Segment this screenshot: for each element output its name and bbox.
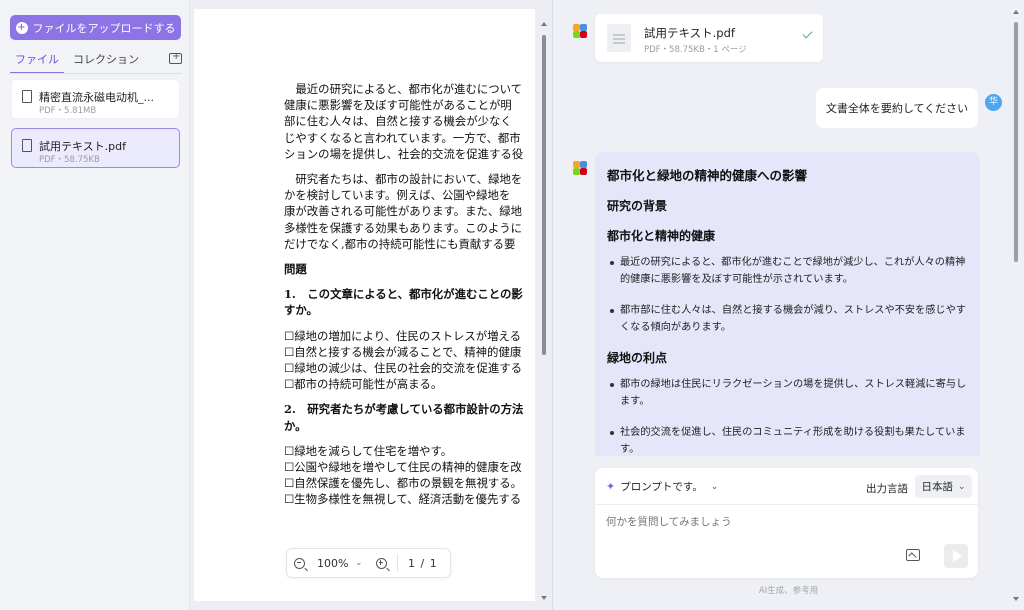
zoom-out-icon — [293, 557, 305, 569]
document-line: か。 — [284, 418, 307, 433]
document-line: ☐公園や緑地を増やして住民の精神的健康を改 — [284, 460, 522, 475]
sparkle-icon: ✦ — [606, 480, 616, 493]
scroll-down-arrow-icon[interactable] — [541, 596, 547, 600]
document-line: 1. この文章によると、都市化が進むことの影 — [284, 287, 523, 302]
new-folder-icon[interactable] — [169, 51, 182, 64]
user-avatar[interactable]: 华 — [985, 94, 1002, 111]
document-line: 多様性を保護する効果もあります。このように — [284, 220, 523, 235]
zoom-out-button[interactable] — [287, 551, 311, 575]
chat-scrollbar[interactable] — [1014, 22, 1018, 262]
toolbar-divider — [397, 554, 398, 572]
answer-section-heading: 都市化と精神的健康 — [607, 229, 716, 243]
attached-file-name: 試用テキスト.pdf — [644, 26, 735, 40]
document-line: ☐緑地を減らして住宅を増やす。 — [284, 443, 453, 458]
file-item[interactable]: 精密直流永磁电动机_... PDF・5.81MB — [11, 79, 180, 119]
answer-section-heading: 緑地の利点 — [607, 351, 668, 365]
chevron-down-icon: ⌄ — [710, 481, 719, 492]
document-paragraph: 問題 — [284, 261, 535, 277]
file-sidebar: + ファイルをアップロードする ファイル コレクション 精密直流永磁电动机_..… — [0, 0, 190, 610]
document-paragraph: ☐緑地を減らして住宅を増やす。 ☐公園や緑地を増やして住民の精神的健康を改 ☐自然保… — [284, 443, 535, 508]
document-line: 最近の研究によると、都市化が進むについて — [284, 82, 523, 96]
document-line: 康が改善される可能性があります。また、緑地 — [284, 204, 523, 219]
scroll-up-arrow-icon[interactable] — [1013, 10, 1019, 14]
user-message: 文書全体を要約してください — [816, 88, 978, 128]
scroll-up-arrow-icon[interactable] — [541, 22, 547, 26]
document-line: 問題 — [284, 262, 307, 277]
answer-bullet: 社会的交流を促進し、住民のコミュニティ形成を助ける役割も果たしています。 — [607, 424, 968, 456]
ai-logo-icon — [573, 161, 587, 175]
document-paragraph: 研究者たちは、都市の設計において、緑地を かを検討しています。例えば、公園や緑地を… — [284, 171, 535, 252]
scroll-down-arrow-icon[interactable] — [1013, 597, 1019, 601]
document-line: 研究者たちは、都市の設計において、緑地を — [284, 172, 523, 187]
document-line: だけでなく,都市の持続可能性にも貢献する要 — [284, 236, 516, 251]
document-line: ☐生物多様性を無視して、経済活動を優先する — [284, 492, 522, 507]
chevron-down-icon: ⌄ — [957, 481, 966, 492]
document-line: ションの場を提供し、社会的交流を促進する役 — [284, 146, 524, 161]
prompt-selector[interactable]: ✦ プロンプトです。 ⌄ — [606, 479, 718, 494]
file-icon — [22, 139, 32, 152]
sidebar-tabs: ファイル コレクション — [10, 51, 182, 74]
answer-section-heading: 研究の背景 — [607, 199, 668, 213]
image-upload-icon[interactable] — [906, 549, 920, 561]
document-line: 2. 研究者たちが考慮している都市設計の方法 — [284, 402, 524, 417]
ai-disclaimer: AI生成、参考用 — [758, 586, 819, 596]
document-line: 部に住む人々は、自然と接する機会が少なく — [284, 114, 512, 129]
document-text: 最近の研究によると、都市化が進むについて 健康に悪影響を及ぼす可能性があることが明… — [284, 81, 535, 517]
document-line: すか。 — [284, 303, 318, 318]
output-language-select[interactable]: 日本語 ⌄ — [915, 475, 972, 498]
answer-bullet: 最近の研究によると、都市化が進むことで緑地が減少し、これが人々の精神的健康に悪影… — [607, 254, 968, 288]
prompt-selector-label: プロンプトです。 — [620, 481, 703, 493]
ai-logo-icon — [573, 24, 587, 38]
attached-file-card[interactable]: 試用テキスト.pdf PDF・58.75KB・1 ページ — [595, 14, 823, 62]
file-meta: PDF・5.81MB — [39, 106, 97, 116]
page-indicator: 1 / 1 — [408, 556, 438, 570]
check-icon — [802, 28, 813, 39]
document-paragraph: 2. 研究者たちが考慮している都市設計の方法 か。 — [284, 401, 535, 433]
document-viewer: 最近の研究によると、都市化が進むについて 健康に悪影響を及ぼす可能性があることが明… — [190, 0, 552, 610]
tab-divider — [10, 73, 182, 74]
output-language-label: 出力言語 — [866, 483, 908, 495]
file-icon — [22, 90, 32, 103]
file-meta: PDF・58.75KB — [39, 155, 100, 165]
document-scrollbar[interactable] — [542, 35, 546, 355]
file-name: 試用テキスト.pdf — [39, 140, 127, 153]
document-line: ☐都市の持続可能性が高まる。 — [284, 377, 443, 392]
zoom-level[interactable]: 100% — [317, 557, 355, 570]
ai-chat-panel: 試用テキスト.pdf PDF・58.75KB・1 ページ 文書全体を要約してくだ… — [553, 0, 1024, 610]
file-item-selected[interactable]: 試用テキスト.pdf PDF・58.75KB — [11, 128, 180, 168]
upload-file-button[interactable]: + ファイルをアップロードする — [10, 15, 181, 40]
document-line: じやすくなると言われています。一方で、都市 — [284, 130, 521, 145]
ai-answer: 都市化と緑地の精神的健康への影響 研究の背景都市化と精神的健康最近の研究によると… — [595, 152, 980, 456]
document-paragraph: ☐緑地の増加により、住民のストレスが増える ☐自然と接する機会が減ることで、精神的… — [284, 328, 535, 393]
document-line: かを検討しています。例えば、公園や緑地を — [284, 188, 511, 203]
document-line: 健康に悪影響を及ぼす可能性があることが明 — [284, 98, 512, 113]
upload-file-label: ファイルをアップロードする — [32, 21, 176, 35]
pdf-page: 最近の研究によると、都市化が進むについて 健康に悪影響を及ぼす可能性があることが明… — [194, 9, 535, 601]
document-line: ☐自然保護を優先し、都市の景観を無視する。 — [284, 476, 523, 491]
answer-bullet: 都市の緑地は住民にリラクゼーションの場を提供し、ストレス軽減に寄与します。 — [607, 376, 968, 410]
pdf-file-icon — [607, 24, 631, 52]
file-name: 精密直流永磁电动机_... — [39, 91, 154, 104]
plus-icon: + — [15, 21, 28, 34]
attached-file-meta: PDF・58.75KB・1 ページ — [644, 45, 747, 55]
document-paragraph: 1. この文章によると、都市化が進むことの影 すか。 — [284, 286, 535, 318]
document-line: ☐緑地の減少は、住民の社会的交流を促進する — [284, 361, 523, 376]
document-line: ☐緑地の増加により、住民のストレスが増える — [284, 328, 521, 343]
chat-input-box: ✦ プロンプトです。 ⌄ 出力言語 日本語 ⌄ — [595, 468, 978, 578]
input-divider — [595, 504, 978, 505]
document-line: ☐自然と接する機会が減ることで、精神的健康 — [284, 344, 522, 359]
tab-collections[interactable]: コレクション — [68, 52, 144, 74]
send-button[interactable] — [944, 544, 968, 568]
document-paragraph: 最近の研究によると、都市化が進むについて 健康に悪影響を及ぼす可能性があることが明… — [284, 81, 535, 162]
tab-files[interactable]: ファイル — [10, 52, 64, 74]
chevron-down-icon[interactable]: ⌄ — [355, 558, 369, 568]
zoom-in-icon — [375, 557, 387, 569]
question-input[interactable] — [606, 516, 906, 528]
zoom-in-button[interactable] — [369, 551, 393, 575]
zoom-toolbar: 100% ⌄ 1 / 1 — [286, 548, 451, 578]
output-language-value: 日本語 — [921, 481, 953, 493]
answer-title: 都市化と緑地の精神的健康への影響 — [607, 168, 808, 183]
answer-bullet: 都市部に住む人々は、自然と接する機会が減り、ストレスや不安を感じやすくなる傾向が… — [607, 302, 968, 336]
